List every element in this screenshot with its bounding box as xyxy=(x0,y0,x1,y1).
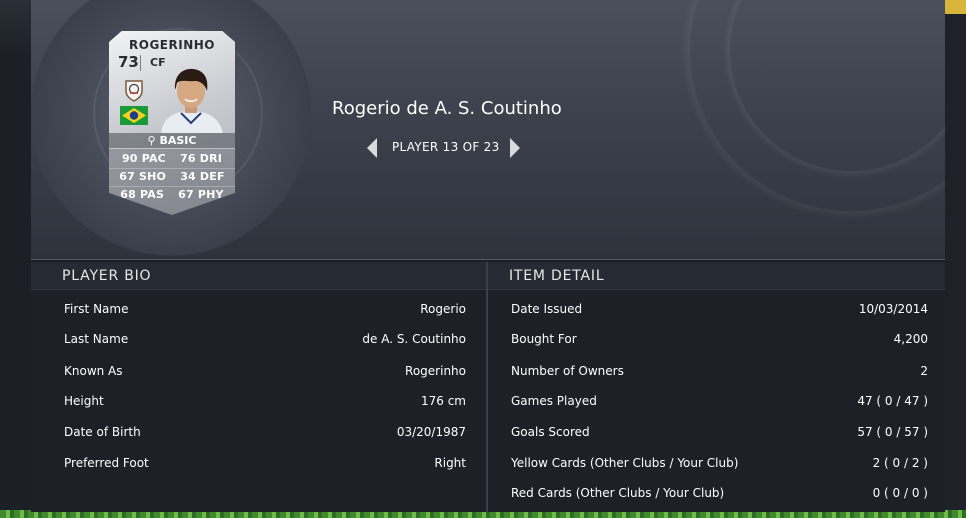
row-value: 2 xyxy=(920,364,928,378)
card-stat-row: 68 PAS 67 PHY xyxy=(109,188,235,201)
card-stat: 34 DEF xyxy=(180,170,225,183)
club-crest-icon xyxy=(125,80,143,102)
item-row: Number of Owners 2 xyxy=(488,356,945,386)
panel-header: ITEM DETAIL xyxy=(488,262,945,290)
row-value: 57 ( 0 / 57 ) xyxy=(857,425,928,439)
row-value: Rogerinho xyxy=(405,364,466,378)
row-label: Bought For xyxy=(511,332,577,346)
row-value: de A. S. Coutinho xyxy=(362,332,466,346)
player-hero: ROGERINHO 73 CF ⚲ BASIC 90 PAC 76 DRI 67… xyxy=(31,0,945,260)
item-row: Games Played 47 ( 0 / 47 ) xyxy=(488,386,945,416)
item-row: Red Cards (Other Clubs / Your Club) 0 ( … xyxy=(488,478,945,508)
row-label: First Name xyxy=(64,302,129,316)
card-stat: 76 DRI xyxy=(180,152,223,165)
bio-row: Date of Birth 03/20/1987 xyxy=(31,417,486,447)
bio-row: Preferred Foot Right xyxy=(31,448,486,478)
bio-row: Height 176 cm xyxy=(31,386,486,416)
item-row: Bought For 4,200 xyxy=(488,324,945,354)
item-row: Goals Scored 57 ( 0 / 57 ) xyxy=(488,417,945,447)
row-value: Right xyxy=(434,456,466,470)
card-stat: 68 PAS xyxy=(120,188,165,201)
card-player-name: ROGERINHO xyxy=(129,38,215,52)
row-value: Rogerio xyxy=(420,302,466,316)
background-accent xyxy=(944,0,966,14)
bio-row: First Name Rogerio xyxy=(31,294,486,324)
row-label: Last Name xyxy=(64,332,129,346)
previous-player-button[interactable] xyxy=(367,138,377,158)
row-value: 03/20/1987 xyxy=(396,425,466,439)
row-label: Goals Scored xyxy=(511,425,590,439)
panel-header: PLAYER BIO xyxy=(31,262,486,290)
pager-label: PLAYER 13 OF 23 xyxy=(392,140,500,154)
player-card[interactable]: ROGERINHO 73 CF ⚲ BASIC 90 PAC 76 DRI 67… xyxy=(109,31,235,215)
row-label: Date Issued xyxy=(511,302,583,316)
panel-title: ITEM DETAIL xyxy=(509,268,605,284)
row-label: Number of Owners xyxy=(511,364,624,378)
card-stat-divider xyxy=(109,168,235,169)
row-value: 47 ( 0 / 47 ) xyxy=(857,394,928,408)
row-value: 176 cm xyxy=(420,394,466,408)
card-divider xyxy=(140,55,141,71)
boot-icon: ⚲ xyxy=(147,134,160,147)
item-row: Date Issued 10/03/2014 xyxy=(488,294,945,324)
player-pager: PLAYER 13 OF 23 xyxy=(367,136,527,160)
background-left-panel xyxy=(0,60,32,518)
player-bio-panel: PLAYER BIO First Name Rogerio Last Name … xyxy=(31,262,486,512)
card-stats: 90 PAC 76 DRI 67 SHO 34 DEF 68 PAS 67 PH… xyxy=(109,149,235,215)
card-stat-divider xyxy=(109,186,235,187)
row-label: Preferred Foot xyxy=(64,456,149,470)
row-label: Date of Birth xyxy=(64,425,141,439)
row-value: 4,200 xyxy=(893,332,928,346)
next-player-button[interactable] xyxy=(510,138,520,158)
item-detail-panel: ITEM DETAIL Date Issued 10/03/2014 Bough… xyxy=(488,262,945,512)
card-quality-label: BASIC xyxy=(159,134,197,147)
bio-row: Last Name de A. S. Coutinho xyxy=(31,324,486,354)
item-row: Yellow Cards (Other Clubs / Your Club) 2… xyxy=(488,448,945,478)
card-stat: 67 SHO xyxy=(119,170,167,183)
panel-title: PLAYER BIO xyxy=(62,268,152,284)
card-stat: 90 PAC xyxy=(121,152,166,165)
bio-row: Known As Rogerinho xyxy=(31,356,486,386)
background-right-panel xyxy=(944,14,966,518)
row-label: Height xyxy=(64,394,104,408)
row-value: 0 ( 0 / 0 ) xyxy=(872,486,928,500)
brazil-flag-icon xyxy=(120,106,148,125)
row-label: Yellow Cards (Other Clubs / Your Club) xyxy=(511,456,739,470)
row-value: 10/03/2014 xyxy=(858,302,928,316)
player-full-name: Rogerio de A. S. Coutinho xyxy=(332,98,562,119)
player-detail-modal: ROGERINHO 73 CF ⚲ BASIC 90 PAC 76 DRI 67… xyxy=(31,0,945,512)
card-stat: 67 PHY xyxy=(178,188,224,201)
player-photo xyxy=(161,68,223,133)
card-quality-badge: ⚲ BASIC xyxy=(109,133,235,148)
row-label: Red Cards (Other Clubs / Your Club) xyxy=(511,486,725,500)
row-label: Games Played xyxy=(511,394,597,408)
row-label: Known As xyxy=(64,364,123,378)
card-stat-row: 67 SHO 34 DEF xyxy=(109,170,235,183)
card-rating: 73 xyxy=(118,53,139,71)
row-value: 2 ( 0 / 2 ) xyxy=(872,456,928,470)
card-stat-row: 90 PAC 76 DRI xyxy=(109,152,235,165)
